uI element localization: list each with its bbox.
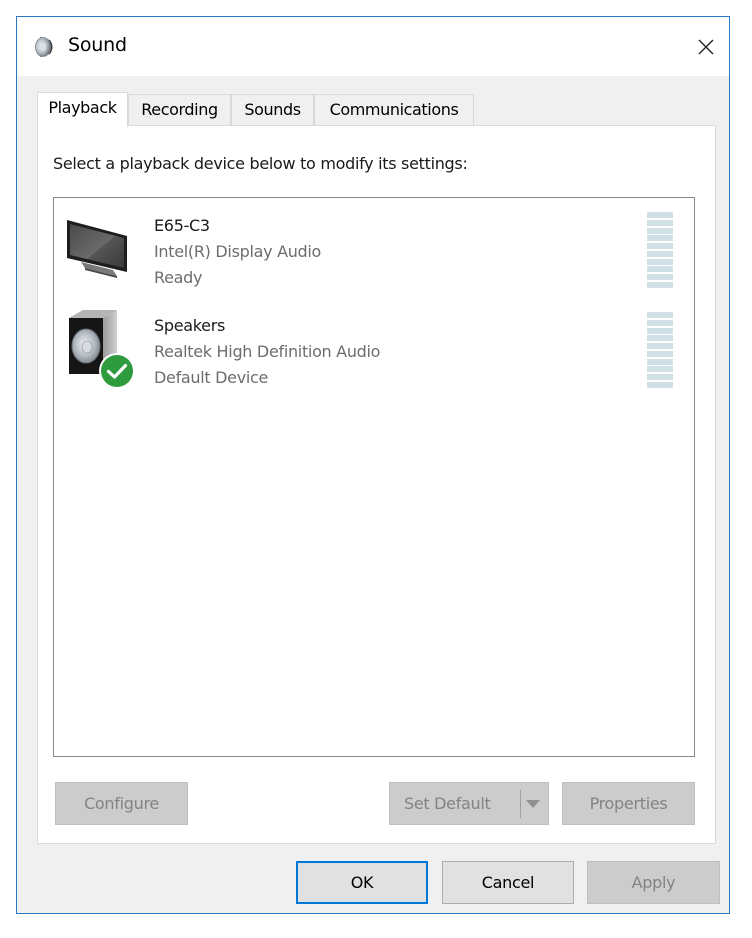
device-item-e65-c3[interactable]: E65-C3 Intel(R) Display Audio Ready bbox=[54, 198, 694, 294]
device-driver: Intel(R) Display Audio bbox=[154, 242, 322, 261]
meter-bar bbox=[647, 327, 673, 334]
window-title: Sound bbox=[68, 34, 127, 56]
device-name: Speakers bbox=[154, 316, 226, 335]
set-default-button[interactable]: Set Default bbox=[389, 782, 549, 825]
instruction-text: Select a playback device below to modify… bbox=[53, 154, 468, 173]
chevron-down-icon[interactable] bbox=[526, 800, 540, 808]
meter-bar bbox=[647, 243, 673, 250]
cancel-button[interactable]: Cancel bbox=[442, 861, 574, 904]
speaker-icon bbox=[34, 35, 56, 59]
meter-bar bbox=[647, 227, 673, 234]
configure-button[interactable]: Configure bbox=[55, 782, 188, 825]
meter-bar bbox=[647, 350, 673, 357]
meter-bar bbox=[647, 358, 673, 365]
default-check-icon bbox=[98, 352, 136, 390]
apply-button[interactable]: Apply bbox=[587, 861, 720, 904]
tab-recording[interactable]: Recording bbox=[128, 94, 231, 125]
monitor-icon bbox=[63, 206, 139, 282]
meter-bar bbox=[647, 374, 673, 381]
meter-bar bbox=[647, 281, 673, 288]
meter-bar bbox=[647, 366, 673, 373]
set-default-label: Set Default bbox=[404, 794, 491, 813]
meter-bar bbox=[647, 258, 673, 265]
meter-bar bbox=[647, 212, 673, 218]
tab-communications[interactable]: Communications bbox=[314, 94, 474, 125]
meter-bar bbox=[647, 319, 673, 326]
device-status: Ready bbox=[154, 268, 203, 287]
device-item-speakers[interactable]: Speakers Realtek High Definition Audio D… bbox=[54, 298, 694, 394]
tab-sounds[interactable]: Sounds bbox=[231, 94, 314, 125]
meter-bar bbox=[647, 335, 673, 342]
device-list[interactable]: E65-C3 Intel(R) Display Audio Ready Spea… bbox=[53, 197, 695, 757]
ok-button[interactable]: OK bbox=[296, 861, 428, 904]
playback-panel: Select a playback device below to modify… bbox=[37, 125, 716, 844]
meter-bar bbox=[647, 343, 673, 350]
sound-dialog: Sound Playback Recording Sounds Communic… bbox=[16, 16, 730, 914]
tab-playback[interactable]: Playback bbox=[37, 92, 128, 127]
device-driver: Realtek High Definition Audio bbox=[154, 342, 381, 361]
split-separator bbox=[520, 790, 521, 818]
volume-level-meter bbox=[647, 212, 673, 288]
meter-bar bbox=[647, 250, 673, 257]
close-button[interactable] bbox=[683, 17, 729, 76]
meter-bar bbox=[647, 235, 673, 242]
meter-bar bbox=[647, 266, 673, 273]
meter-bar bbox=[647, 274, 673, 281]
close-icon bbox=[698, 39, 714, 54]
meter-bar bbox=[647, 381, 673, 388]
device-name: E65-C3 bbox=[154, 216, 210, 235]
title-bar[interactable]: Sound bbox=[17, 17, 729, 76]
properties-button[interactable]: Properties bbox=[562, 782, 695, 825]
meter-bar bbox=[647, 312, 673, 318]
meter-bar bbox=[647, 219, 673, 226]
device-status: Default Device bbox=[154, 368, 269, 387]
volume-level-meter bbox=[647, 312, 673, 388]
